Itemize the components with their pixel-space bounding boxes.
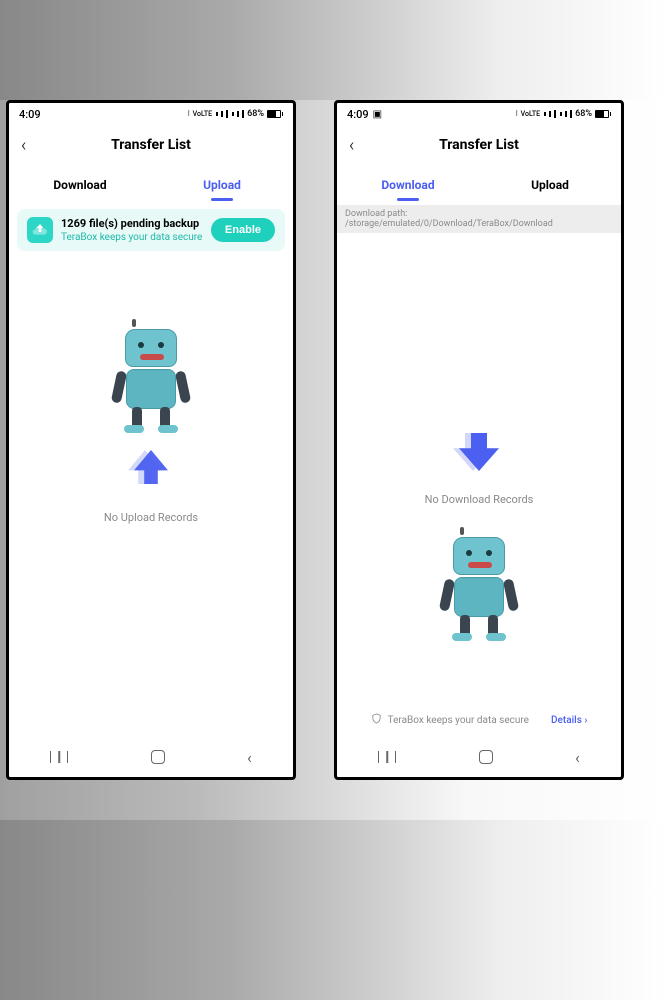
android-nav-bar: ‹	[337, 737, 621, 777]
back-button[interactable]: ‹	[349, 135, 354, 156]
battery-icon	[595, 110, 611, 118]
empty-state-text: No Upload Records	[9, 511, 293, 524]
tab-download[interactable]: Download	[9, 165, 151, 205]
cloud-upload-icon	[27, 217, 53, 243]
tab-download[interactable]: Download	[337, 165, 479, 205]
nav-home-button[interactable]	[151, 750, 165, 764]
arrow-up-icon	[134, 450, 168, 484]
tab-upload[interactable]: Upload	[479, 165, 621, 205]
empty-state-text: No Download Records	[337, 493, 621, 506]
phone-left: 4:09 ⧙ VoLTE 68% ‹ Transfer List	[6, 100, 296, 780]
status-time: 4:09	[347, 108, 369, 121]
signal-icon-2	[559, 110, 572, 118]
footer-secure-row: TeraBox keeps your data secure Details ›	[337, 713, 621, 727]
nav-recents-button[interactable]	[378, 751, 396, 763]
nav-recents-button[interactable]	[50, 751, 68, 763]
battery-percent: 68%	[247, 109, 264, 119]
backup-banner: 1269 file(s) pending backup TeraBox keep…	[17, 209, 285, 251]
footer-secure-text: TeraBox keeps your data secure	[388, 715, 529, 726]
back-button[interactable]: ‹	[21, 135, 26, 156]
robot-illustration	[436, 533, 522, 643]
signal-icon-2	[231, 110, 244, 118]
banner-subtitle: TeraBox keeps your data secure	[61, 232, 203, 243]
nav-back-button[interactable]: ‹	[575, 748, 580, 767]
volte-icon: VoLTE	[193, 110, 212, 118]
status-time: 4:09	[19, 108, 41, 121]
volte-icon: VoLTE	[521, 110, 540, 118]
signal-icon	[215, 110, 228, 118]
wifi-icon: ⧙	[516, 109, 518, 119]
wifi-icon: ⧙	[188, 109, 190, 119]
shield-icon	[371, 713, 382, 727]
page-title: Transfer List	[337, 137, 621, 153]
details-link[interactable]: Details ›	[551, 715, 587, 726]
signal-icon	[543, 110, 556, 118]
android-nav-bar: ‹	[9, 737, 293, 777]
battery-icon	[267, 110, 283, 118]
banner-title: 1269 file(s) pending backup	[61, 217, 203, 230]
phone-right: 4:09 ▣ ⧙ VoLTE 68% ‹ Transfer List	[334, 100, 624, 780]
tab-upload[interactable]: Upload	[151, 165, 293, 205]
tabs: Download Upload	[337, 165, 621, 205]
header: ‹ Transfer List	[337, 125, 621, 165]
nav-back-button[interactable]: ‹	[247, 748, 252, 767]
status-bar: 4:09 ▣ ⧙ VoLTE 68%	[337, 103, 621, 125]
status-bar: 4:09 ⧙ VoLTE 68%	[9, 103, 293, 125]
robot-illustration	[108, 325, 194, 435]
page-title: Transfer List	[9, 137, 293, 153]
nav-home-button[interactable]	[479, 750, 493, 764]
tabs: Download Upload	[9, 165, 293, 205]
header: ‹ Transfer List	[9, 125, 293, 165]
enable-button[interactable]: Enable	[211, 218, 275, 242]
screenshot-icon: ▣	[373, 109, 382, 120]
arrow-down-icon	[459, 433, 499, 471]
download-path: Download path: /storage/emulated/0/Downl…	[337, 205, 621, 233]
battery-percent: 68%	[575, 109, 592, 119]
